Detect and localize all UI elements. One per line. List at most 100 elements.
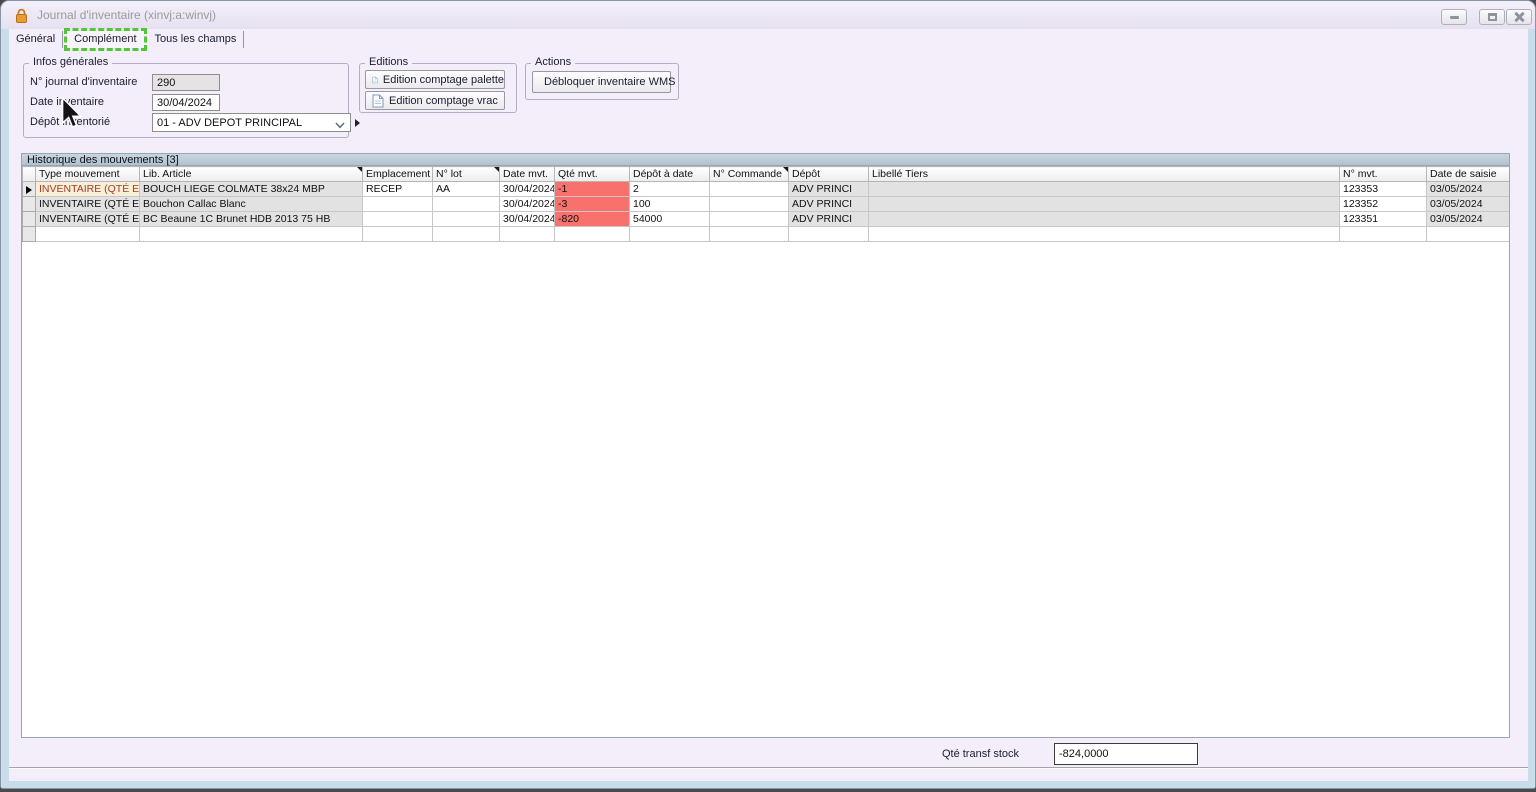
grid-header-row: Type mouvement Lib. Article Emplacement … (23, 167, 1511, 182)
cell-emplacement[interactable] (363, 197, 433, 212)
cell-emplacement[interactable] (363, 212, 433, 227)
report-icon (372, 73, 378, 87)
journal-number-field[interactable] (152, 74, 220, 91)
maximize-button[interactable] (1479, 9, 1505, 25)
table-row-empty (23, 227, 1511, 242)
title-bar[interactable]: Journal d'inventaire (xinvj:a:winvj) (1, 1, 1536, 29)
col-emplacement[interactable]: Emplacement (363, 167, 433, 182)
col-qte-mvt[interactable]: Qté mvt. (555, 167, 630, 182)
cell-tiers[interactable] (869, 182, 1340, 197)
cell-type[interactable]: INVENTAIRE (QTÉ EN -) (36, 182, 140, 197)
cell-qte-mvt[interactable] (555, 227, 630, 242)
cell-depot[interactable]: ADV PRINCI (789, 182, 869, 197)
col-depot-a-date[interactable]: Dépôt à date (630, 167, 710, 182)
cell-depot-a-date[interactable]: 100 (630, 197, 710, 212)
report-icon (372, 94, 384, 108)
minimize-button[interactable] (1441, 9, 1467, 25)
col-libelle-tiers[interactable]: Libellé Tiers (869, 167, 1340, 182)
row-selector-header (23, 167, 36, 182)
journal-number-label: N° journal d'inventaire (30, 76, 137, 88)
cell-article[interactable]: Bouchon Callac Blanc (140, 197, 363, 212)
cell-lot[interactable] (433, 197, 500, 212)
cell-date-saisie[interactable]: 03/05/2024 (1427, 197, 1511, 212)
cell-type[interactable]: INVENTAIRE (QTÉ EN -) (36, 197, 140, 212)
cell-n-mvt[interactable]: 123351 (1340, 212, 1427, 227)
tab-complement[interactable]: Complément (67, 31, 143, 48)
cell-depot[interactable]: ADV PRINCI (789, 212, 869, 227)
cell-commande[interactable] (710, 212, 789, 227)
cell-article[interactable]: BC Beaune 1C Brunet HDB 2013 75 HB (140, 212, 363, 227)
col-type-mouvement[interactable]: Type mouvement (36, 167, 140, 182)
movements-grid: Type mouvement Lib. Article Emplacement … (21, 166, 1510, 738)
row-selector[interactable] (23, 182, 36, 197)
cell-qte-mvt[interactable]: -1 (555, 182, 630, 197)
tab-strip: Général Complément Tous les champs (9, 30, 244, 49)
cell-depot-a-date[interactable]: 54000 (630, 212, 710, 227)
depot-combobox-value: 01 - ADV DEPOT PRINCIPAL (157, 117, 302, 129)
row-selector[interactable] (23, 197, 36, 212)
cell-tiers[interactable] (869, 197, 1340, 212)
edition-comptage-palette-label: Edition comptage palette (383, 74, 504, 86)
col-lib-article[interactable]: Lib. Article (140, 167, 363, 182)
cell-date-saisie[interactable]: 03/05/2024 (1427, 182, 1511, 197)
maximize-icon (1488, 13, 1497, 21)
window-border-right (1528, 29, 1536, 789)
cell-tiers[interactable] (869, 212, 1340, 227)
debloquer-inventaire-wms-button[interactable]: Débloquer inventaire WMS (532, 71, 671, 93)
cell-date-mvt[interactable]: 30/04/2024 (500, 212, 555, 227)
tab-general[interactable]: Général (9, 31, 63, 48)
cell-qte-mvt[interactable]: -3 (555, 197, 630, 212)
table-row: INVENTAIRE (QTÉ EN -) Bouchon Callac Bla… (23, 197, 1511, 212)
edition-comptage-vrac-button[interactable]: Edition comptage vrac (365, 91, 505, 110)
cell-n-mvt[interactable]: 123353 (1340, 182, 1427, 197)
cell-date-mvt[interactable] (500, 227, 555, 242)
row-selector[interactable] (23, 212, 36, 227)
col-n-commande[interactable]: N° Commande (710, 167, 789, 182)
cell-type[interactable]: INVENTAIRE (QTÉ EN -) (36, 212, 140, 227)
col-n-mvt[interactable]: N° mvt. (1340, 167, 1427, 182)
grid-caption: Historique des mouvements [3] (21, 153, 1510, 166)
inventory-date-field[interactable] (152, 94, 220, 111)
qte-transf-stock-field[interactable] (1054, 743, 1198, 765)
close-button[interactable] (1506, 9, 1532, 25)
cell-commande[interactable] (710, 182, 789, 197)
cell-depot-a-date[interactable] (630, 227, 710, 242)
debloquer-inventaire-wms-label: Débloquer inventaire WMS (544, 76, 675, 88)
cell-commande[interactable] (710, 227, 789, 242)
cell-date-saisie[interactable]: 03/05/2024 (1427, 212, 1511, 227)
lock-icon (15, 8, 28, 29)
col-n-lot[interactable]: N° lot (433, 167, 500, 182)
cell-commande[interactable] (710, 197, 789, 212)
cell-depot-a-date[interactable]: 2 (630, 182, 710, 197)
cell-date-mvt[interactable]: 30/04/2024 (500, 197, 555, 212)
cell-date-mvt[interactable]: 30/04/2024 (500, 182, 555, 197)
cell-qte-mvt[interactable]: -820 (555, 212, 630, 227)
cell-type[interactable] (36, 227, 140, 242)
depot-detail-arrow-icon[interactable] (355, 119, 360, 127)
cell-tiers[interactable] (869, 227, 1340, 242)
depot-combobox[interactable]: 01 - ADV DEPOT PRINCIPAL (152, 113, 351, 132)
row-selector[interactable] (23, 227, 36, 242)
cell-n-mvt[interactable] (1340, 227, 1427, 242)
qte-transf-stock-label: Qté transf stock (899, 748, 1019, 760)
cell-article[interactable] (140, 227, 363, 242)
cell-lot[interactable] (433, 227, 500, 242)
cell-lot[interactable] (433, 212, 500, 227)
cell-emplacement[interactable] (363, 227, 433, 242)
edition-comptage-palette-button[interactable]: Edition comptage palette (365, 70, 505, 89)
tab-tous-les-champs[interactable]: Tous les champs (148, 31, 245, 48)
cell-lot[interactable]: AA (433, 182, 500, 197)
col-depot[interactable]: Dépôt (789, 167, 869, 182)
cell-n-mvt[interactable]: 123352 (1340, 197, 1427, 212)
current-row-icon (26, 186, 32, 194)
col-date-de-saisie[interactable]: Date de saisie (1427, 167, 1511, 182)
window-title: Journal d'inventaire (xinvj:a:winvj) (37, 8, 216, 22)
cell-depot[interactable] (789, 227, 869, 242)
window-border-bottom (1, 781, 1536, 789)
cell-depot[interactable]: ADV PRINCI (789, 197, 869, 212)
col-date-mvt[interactable]: Date mvt. (500, 167, 555, 182)
cell-date-saisie[interactable] (1427, 227, 1511, 242)
cell-article[interactable]: BOUCH LIEGE COLMATE 38x24 MBP (140, 182, 363, 197)
group-editions-caption: Editions (365, 56, 412, 68)
cell-emplacement[interactable]: RECEP (363, 182, 433, 197)
